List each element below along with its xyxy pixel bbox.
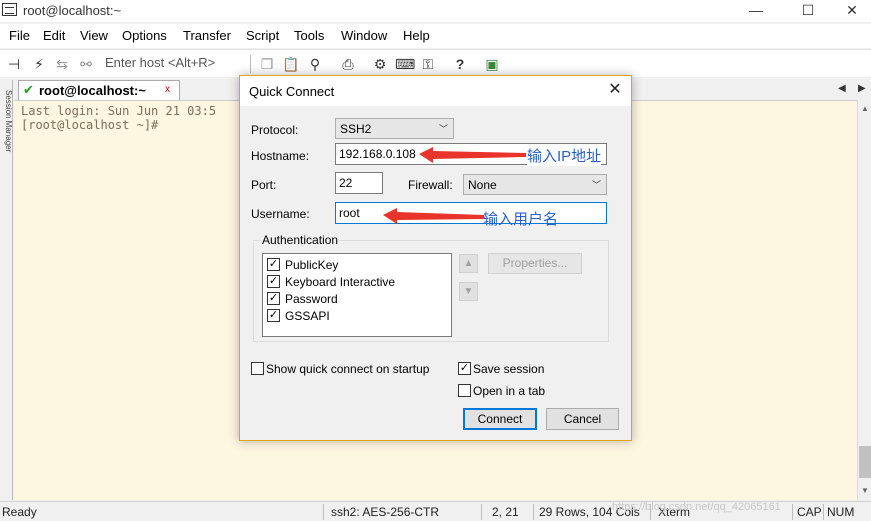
arrow-to-username [383, 208, 484, 224]
ip-address-note: 输入IP地址 [527, 145, 602, 166]
arrow-to-hostname [419, 147, 526, 163]
username-note: 输入用户名 [483, 211, 559, 228]
annotation-arrows [383, 147, 526, 224]
